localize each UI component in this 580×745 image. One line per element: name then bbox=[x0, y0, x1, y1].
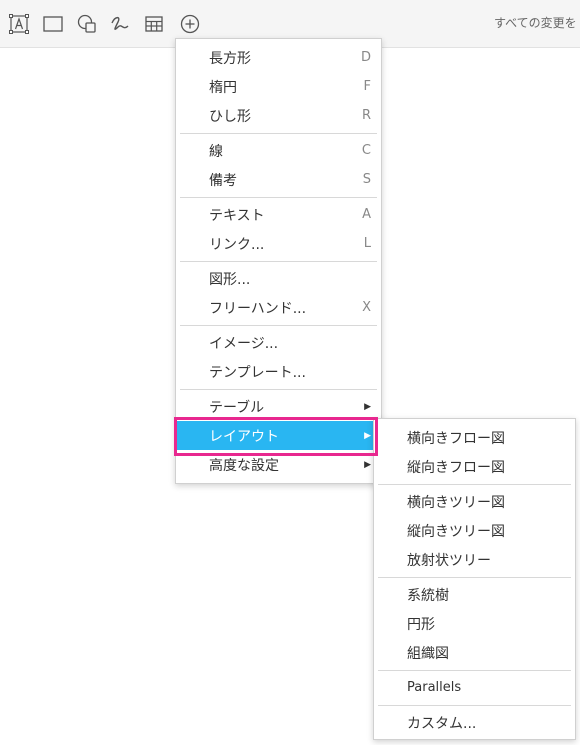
menu-item-label: 横向きフロー図 bbox=[407, 430, 505, 447]
shortcut-label: S bbox=[362, 172, 371, 187]
shortcut-label: R bbox=[361, 108, 371, 123]
submenu-arrow-icon: ▶ bbox=[364, 459, 371, 470]
menu-separator bbox=[378, 670, 571, 671]
menu-item-label: 組織図 bbox=[407, 645, 449, 662]
submenu-item-vertical-tree[interactable]: 縦向きツリー図 bbox=[374, 516, 575, 545]
menu-item-rectangle[interactable]: 長方形 D bbox=[176, 43, 381, 72]
shapes-icon bbox=[77, 14, 96, 33]
menu-item-label: イメージ... bbox=[209, 335, 279, 352]
submenu-item-org-chart[interactable]: 組織図 bbox=[374, 638, 575, 667]
rectangle-icon bbox=[43, 16, 63, 32]
shapes-tool-button[interactable] bbox=[75, 12, 99, 36]
menu-item-label: 縦向きフロー図 bbox=[407, 459, 505, 476]
shortcut-label: L bbox=[363, 236, 371, 251]
menu-item-table[interactable]: テーブル ▶ bbox=[176, 392, 381, 421]
shortcut-label: C bbox=[361, 143, 371, 158]
submenu-arrow-icon: ▶ bbox=[364, 401, 371, 412]
submenu-arrow-icon: ▶ bbox=[364, 430, 371, 441]
shortcut-label: X bbox=[362, 300, 371, 315]
submenu-item-horizontal-flow[interactable]: 横向きフロー図 bbox=[374, 423, 575, 452]
menu-item-label: カスタム... bbox=[407, 715, 477, 732]
menu-item-layout[interactable]: レイアウト ▶ bbox=[176, 421, 381, 450]
menu-item-label: 備考 bbox=[209, 172, 237, 189]
menu-item-label: 系統樹 bbox=[407, 587, 449, 604]
rectangle-tool-button[interactable] bbox=[41, 12, 65, 36]
submenu-item-radial-tree[interactable]: 放射状ツリー bbox=[374, 545, 575, 574]
menu-item-label: 線 bbox=[209, 143, 223, 160]
text-tool-icon bbox=[9, 14, 29, 34]
menu-item-label: テンプレート... bbox=[209, 364, 306, 381]
freehand-icon bbox=[111, 16, 129, 30]
freehand-tool-button[interactable] bbox=[108, 12, 132, 36]
menu-item-shapes[interactable]: 図形... bbox=[176, 264, 381, 293]
menu-separator bbox=[378, 705, 571, 706]
text-tool-button[interactable] bbox=[7, 12, 31, 36]
menu-item-label: ひし形 bbox=[209, 108, 251, 125]
menu-item-text[interactable]: テキスト A bbox=[176, 200, 381, 229]
menu-item-label: 長方形 bbox=[209, 50, 251, 67]
submenu-item-horizontal-tree[interactable]: 横向きツリー図 bbox=[374, 487, 575, 516]
menu-item-image[interactable]: イメージ... bbox=[176, 328, 381, 357]
shortcut-label: D bbox=[360, 50, 371, 65]
table-tool-button[interactable] bbox=[142, 12, 166, 36]
menu-item-label: フリーハンド... bbox=[209, 300, 307, 317]
save-status-text[interactable]: すべての変更を bbox=[494, 14, 580, 31]
shortcut-label: A bbox=[362, 207, 371, 222]
insert-plus-icon bbox=[180, 14, 200, 34]
shortcut-label: F bbox=[363, 79, 371, 94]
menu-separator bbox=[180, 197, 377, 198]
menu-item-freehand[interactable]: フリーハンド... X bbox=[176, 293, 381, 322]
menu-item-label: Parallels bbox=[407, 680, 462, 695]
menu-item-label: レイアウト bbox=[209, 428, 279, 445]
layout-submenu: 横向きフロー図 縦向きフロー図 横向きツリー図 縦向きツリー図 放射状ツリー 系… bbox=[373, 418, 576, 740]
menu-item-note[interactable]: 備考 S bbox=[176, 165, 381, 194]
insert-button[interactable] bbox=[178, 12, 202, 36]
submenu-item-custom[interactable]: カスタム... bbox=[374, 708, 575, 737]
menu-item-label: 図形... bbox=[209, 271, 251, 288]
menu-item-label: 放射状ツリー bbox=[407, 552, 491, 569]
submenu-item-phylogenetic-tree[interactable]: 系統樹 bbox=[374, 580, 575, 609]
menu-separator bbox=[180, 261, 377, 262]
menu-item-ellipse[interactable]: 楕円 F bbox=[176, 72, 381, 101]
table-icon bbox=[145, 16, 163, 32]
menu-item-rhombus[interactable]: ひし形 R bbox=[176, 101, 381, 130]
menu-item-label: リンク... bbox=[209, 236, 265, 253]
menu-separator bbox=[378, 577, 571, 578]
menu-item-label: 縦向きツリー図 bbox=[407, 523, 505, 540]
menu-item-label: テキスト bbox=[209, 207, 265, 224]
menu-separator bbox=[378, 484, 571, 485]
menu-separator bbox=[180, 325, 377, 326]
menu-item-label: テーブル bbox=[209, 399, 265, 416]
menu-item-label: 楕円 bbox=[209, 79, 237, 96]
menu-item-label: 高度な設定 bbox=[209, 457, 279, 474]
menu-item-template[interactable]: テンプレート... bbox=[176, 357, 381, 386]
menu-item-advanced[interactable]: 高度な設定 ▶ bbox=[176, 450, 381, 479]
insert-menu: 長方形 D 楕円 F ひし形 R 線 C 備考 S テキスト A リンク... … bbox=[175, 38, 382, 484]
submenu-item-vertical-flow[interactable]: 縦向きフロー図 bbox=[374, 452, 575, 481]
menu-item-link[interactable]: リンク... L bbox=[176, 229, 381, 258]
menu-separator bbox=[180, 133, 377, 134]
menu-item-label: 横向きツリー図 bbox=[407, 494, 505, 511]
menu-separator bbox=[180, 389, 377, 390]
submenu-item-circle[interactable]: 円形 bbox=[374, 609, 575, 638]
menu-item-label: 円形 bbox=[407, 616, 435, 633]
menu-item-line[interactable]: 線 C bbox=[176, 136, 381, 165]
submenu-item-parallels[interactable]: Parallels bbox=[374, 673, 575, 702]
